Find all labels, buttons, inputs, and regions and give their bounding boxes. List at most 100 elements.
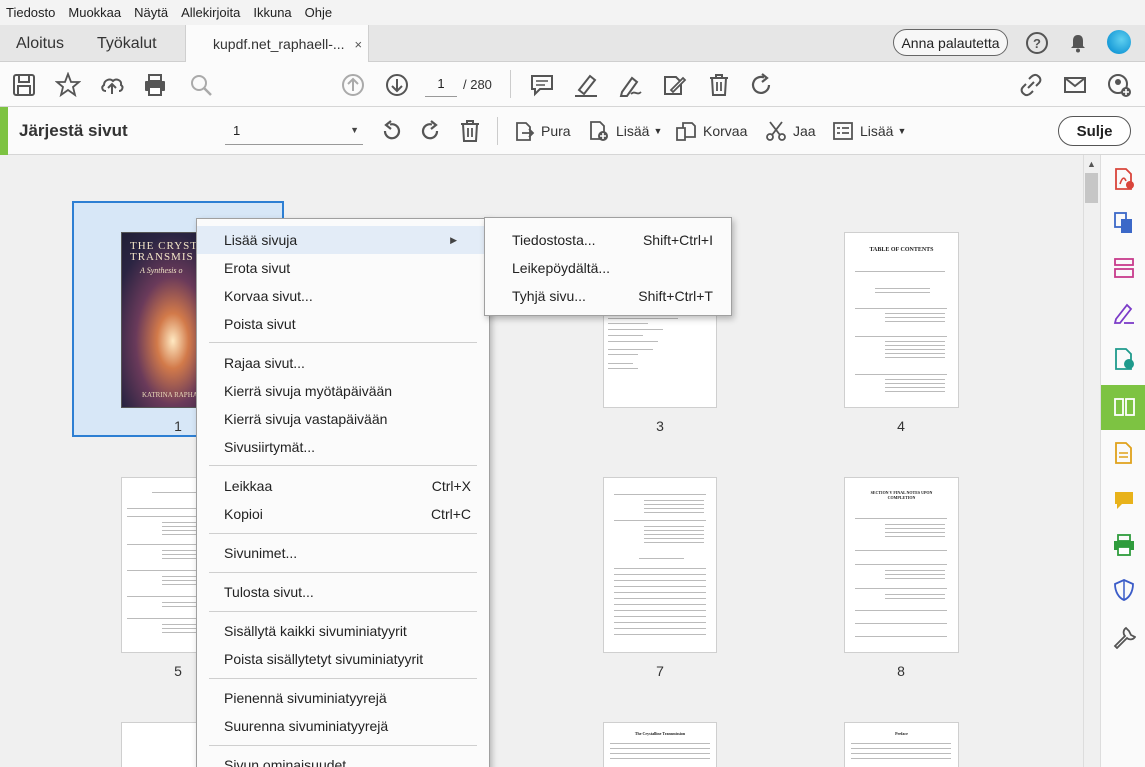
menu-view[interactable]: Näytä [134,5,168,20]
menu-item-page-labels[interactable]: Sivunimet... [197,539,489,567]
page-thumbnail[interactable]: SECTION V FINAL NOTES UPON COMPLETION [844,477,959,653]
menu-item-extract-pages[interactable]: Erota sivut [197,254,489,282]
menu-help[interactable]: Ohje [305,5,332,20]
scroll-up-icon[interactable]: ▲ [1087,159,1096,169]
edit-doc-icon[interactable] [661,72,687,98]
edit-pdf-icon[interactable] [1112,441,1136,465]
print-icon[interactable] [142,72,168,98]
page-number-input[interactable]: 1 [425,71,457,97]
cloud-upload-icon[interactable] [99,72,125,98]
page-range-value: 1 [233,123,241,138]
menu-sign[interactable]: Allekirjoita [181,5,240,20]
page-range-select[interactable]: 1 ▼ [225,117,363,145]
organize-title: Järjestä sivut [19,121,128,140]
menu-item-insert-pages[interactable]: Lisää sivuja ▶ [197,226,489,254]
tab-home[interactable]: Aloitus [16,25,64,62]
create-pdf-icon[interactable] [1112,167,1136,191]
protect-shield-icon[interactable] [1112,578,1136,602]
replace-button[interactable]: Korvaa [675,120,747,142]
accent-strip [0,107,8,155]
menu-item-label: Korvaa sivut... [224,288,313,304]
menu-item-page-properties[interactable]: Sivun ominaisuudet... [197,751,489,767]
menu-window[interactable]: Ikkuna [253,5,291,20]
menu-item-rotate-clockwise[interactable]: Kierrä sivuja myötäpäivään [197,377,489,405]
highlight-icon[interactable] [573,72,599,98]
menu-item-reduce-thumbnails[interactable]: Pienennä sivuminiatyyrejä [197,684,489,712]
star-icon[interactable] [55,72,81,98]
menu-item-delete-pages[interactable]: Poista sivut [197,310,489,338]
close-icon[interactable]: × [355,37,363,52]
menu-item-print-pages[interactable]: Tulosta sivut... [197,578,489,606]
submenu-item-label: Leikepöydältä... [512,260,611,276]
submenu-item-from-file[interactable]: Tiedostosta... Shift+Ctrl+I [485,226,731,254]
arrow-down-circle-icon[interactable] [384,72,410,98]
combine-files-icon[interactable] [1112,211,1136,235]
tab-document[interactable]: kupdf.net_raphaell-... × [185,25,369,63]
zoom-icon[interactable] [188,72,214,98]
redo-icon[interactable] [749,72,775,98]
organize-icon[interactable] [1112,256,1136,280]
menu-item-crop-pages[interactable]: Rajaa sivut... [197,349,489,377]
more-button[interactable]: Lisää ▼ [832,120,906,142]
toc-heading: TABLE OF CONTENTS [869,247,934,253]
help-icon[interactable]: ? [1026,32,1048,54]
menu-edit[interactable]: Muokkaa [68,5,121,20]
page-total: / 280 [463,77,492,92]
page-thumbnail[interactable]: TABLE OF CONTENTS [844,232,959,408]
rotate-left-icon[interactable] [380,119,404,143]
chevron-down-icon: ▼ [350,125,359,135]
menu-item-label: Lisää sivuja [224,232,298,248]
menu-item-label: Kierrä sivuja myötäpäivään [224,383,393,399]
menu-item-enlarge-thumbnails[interactable]: Suurenna sivuminiatyyrejä [197,712,489,740]
page-number-label: 1 [174,418,182,434]
avatar[interactable] [1107,30,1131,54]
rotate-right-icon[interactable] [418,119,442,143]
menu-item-cut[interactable]: Leikkaa Ctrl+X [197,472,489,500]
page-thumbnail[interactable]: Preface [844,722,959,767]
insert-label: Lisää [616,123,650,139]
menu-item-page-transitions[interactable]: Sivusiirtymät... [197,433,489,461]
sign-icon[interactable] [617,72,643,98]
menu-item-shortcut: Ctrl+C [430,506,471,522]
menu-item-replace-pages[interactable]: Korvaa sivut... [197,282,489,310]
vertical-scrollbar[interactable]: ▲ [1083,155,1099,767]
tools-wrench-icon[interactable] [1112,625,1136,649]
split-button[interactable]: Jaa [765,120,816,142]
context-menu: Lisää sivuja ▶ Erota sivut Korvaa sivut.… [196,218,490,767]
bell-icon[interactable] [1067,32,1089,54]
submenu-item-label: Tiedostosta... [512,232,596,248]
arrow-up-circle-icon[interactable] [340,72,366,98]
page-thumbnail[interactable] [603,477,717,653]
page-thumbnail[interactable]: The Crystalline Transmission [603,722,717,767]
share-link-icon[interactable] [1018,72,1044,98]
delete-page-icon[interactable] [458,119,482,143]
close-organize-button[interactable]: Sulje [1058,116,1131,146]
menu-item-label: Sivun ominaisuudet... [224,757,358,767]
insert-button[interactable]: Lisää ▼ [588,120,662,142]
insert-pages-submenu: Tiedostosta... Shift+Ctrl+I Leikepöydält… [484,217,732,316]
fill-sign-icon[interactable] [1112,301,1136,325]
add-user-icon[interactable] [1106,72,1132,98]
menu-item-rotate-counterclockwise[interactable]: Kierrä sivuja vastapäivään [197,405,489,433]
menu-item-remove-embedded-thumbnails[interactable]: Poista sisällytetyt sivuminiatyyrit [197,645,489,673]
submenu-item-from-clipboard[interactable]: Leikepöydältä... [485,254,731,282]
submenu-item-label: Tyhjä sivu... [512,288,586,304]
menu-item-copy[interactable]: Kopioi Ctrl+C [197,500,489,528]
menu-file[interactable]: Tiedosto [6,5,55,20]
feedback-button[interactable]: Anna palautetta [893,29,1008,56]
page-number-label: 8 [897,663,905,679]
save-icon[interactable] [11,72,37,98]
mail-icon[interactable] [1062,72,1088,98]
trash-icon[interactable] [706,72,732,98]
print-production-icon[interactable] [1112,533,1136,557]
menu-item-embed-thumbnails[interactable]: Sisällytä kaikki sivuminiatyyrit [197,617,489,645]
comment-icon[interactable] [529,72,555,98]
comment-tool-icon[interactable] [1112,488,1136,512]
tab-tools[interactable]: Työkalut [97,25,157,62]
submenu-item-blank-page[interactable]: Tyhjä sivu... Shift+Ctrl+T [485,282,731,310]
organize-pages-icon[interactable] [1112,395,1136,419]
export-pdf-icon[interactable] [1112,347,1136,371]
cover-subtitle: A Synthesis o [140,266,183,275]
extract-button[interactable]: Pura [513,120,571,142]
scrollbar-thumb[interactable] [1085,173,1098,203]
